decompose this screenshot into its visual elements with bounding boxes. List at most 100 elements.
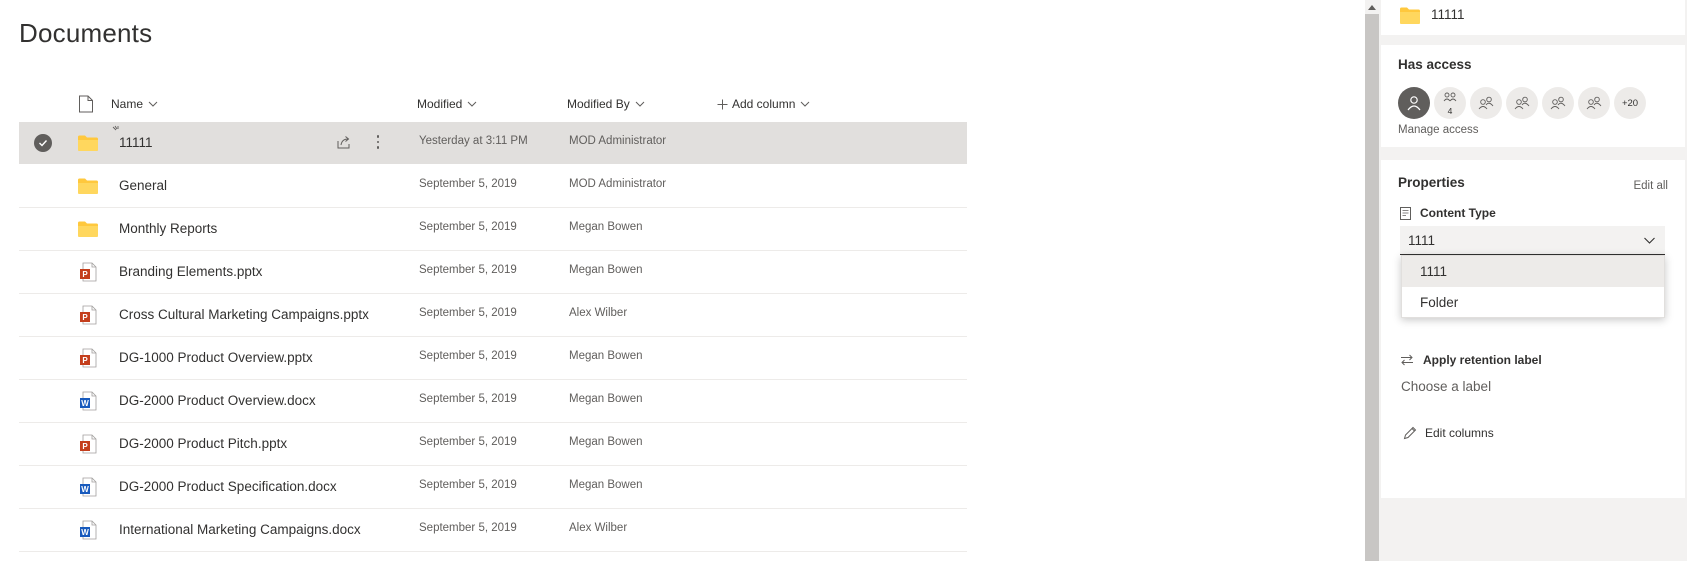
modified-by: Alex Wilber bbox=[569, 307, 628, 319]
manage-access-link[interactable]: Manage access bbox=[1398, 124, 1479, 136]
edit-all-link[interactable]: Edit all bbox=[1633, 180, 1668, 192]
group-icon bbox=[1443, 92, 1457, 102]
folder-icon bbox=[78, 135, 98, 151]
edit-columns-label: Edit columns bbox=[1425, 426, 1494, 440]
caret-up-icon bbox=[1368, 5, 1376, 10]
word-file-icon: W bbox=[80, 520, 97, 540]
file-name[interactable]: DG-1000 Product Overview.pptx bbox=[119, 350, 313, 365]
more-actions-icon[interactable] bbox=[373, 132, 383, 152]
file-name[interactable]: Monthly Reports bbox=[119, 221, 217, 236]
file-row[interactable]: P Branding Elements.pptx September 5, 2019… bbox=[19, 251, 967, 294]
modified-by: Megan Bowen bbox=[569, 479, 643, 491]
word-file-icon: W bbox=[80, 477, 97, 497]
svg-text:W: W bbox=[81, 399, 89, 408]
people-icon bbox=[1586, 96, 1602, 110]
owner-avatar[interactable] bbox=[1398, 87, 1430, 119]
modified-date: September 5, 2019 bbox=[419, 221, 517, 233]
column-header-modified-label: Modified bbox=[417, 97, 463, 111]
people-avatar[interactable] bbox=[1542, 87, 1574, 119]
column-header-modified-by-label: Modified By bbox=[567, 97, 630, 111]
modified-date: September 5, 2019 bbox=[419, 350, 517, 362]
edit-columns-button[interactable]: Edit columns bbox=[1403, 426, 1494, 440]
column-header-modified[interactable]: Modified bbox=[417, 96, 478, 112]
powerpoint-file-icon: P bbox=[80, 348, 97, 368]
more-people-avatar[interactable]: +20 bbox=[1614, 87, 1646, 119]
content-type-label-text: Content Type bbox=[1420, 206, 1496, 220]
chevron-down-icon bbox=[1644, 237, 1655, 244]
chevron-down-icon bbox=[468, 101, 477, 107]
share-icon[interactable] bbox=[335, 133, 353, 151]
file-row[interactable]: P DG-2000 Product Pitch.pptx September 5, … bbox=[19, 423, 967, 466]
people-avatar[interactable] bbox=[1578, 87, 1610, 119]
modified-by: Megan Bowen bbox=[569, 436, 643, 448]
file-name[interactable]: Cross Cultural Marketing Campaigns.pptx bbox=[119, 307, 369, 322]
powerpoint-file-icon: P bbox=[80, 262, 97, 282]
document-library: Documents Name Modified Modified By Add … bbox=[0, 0, 1365, 561]
content-type-selected: 1111 bbox=[1408, 232, 1436, 248]
properties-section: Properties Edit all Content Type 1111 1 1… bbox=[1381, 160, 1685, 498]
details-header: 11111 bbox=[1381, 0, 1685, 35]
svg-text:P: P bbox=[82, 313, 88, 322]
powerpoint-file-icon: P bbox=[80, 434, 97, 454]
file-list: 11111 Yesterday at 3:11 PM MOD Administrat… bbox=[19, 122, 967, 552]
file-name[interactable]: DG-2000 Product Pitch.pptx bbox=[119, 436, 287, 451]
modified-by: Alex Wilber bbox=[569, 522, 628, 534]
file-name[interactable]: Branding Elements.pptx bbox=[119, 264, 262, 279]
file-row[interactable]: General September 5, 2019 MOD Administrato… bbox=[19, 165, 967, 208]
word-file-icon: W bbox=[80, 391, 97, 411]
svg-text:P: P bbox=[82, 270, 88, 279]
file-row[interactable]: P Cross Cultural Marketing Campaigns.pptx… bbox=[19, 294, 967, 337]
option-1111[interactable]: 1111 bbox=[1402, 256, 1664, 287]
folder-icon bbox=[1400, 7, 1420, 24]
chevron-down-icon bbox=[801, 101, 810, 107]
file-row[interactable]: Monthly Reports September 5, 2019 Megan Bo… bbox=[19, 208, 967, 251]
people-avatar[interactable] bbox=[1506, 87, 1538, 119]
chevron-down-icon bbox=[148, 101, 158, 107]
svg-text:W: W bbox=[81, 528, 89, 537]
file-name[interactable]: DG-2000 Product Specification.docx bbox=[119, 479, 337, 494]
powerpoint-file-icon: P bbox=[80, 305, 97, 325]
add-column-button[interactable]: Add column bbox=[717, 96, 811, 112]
column-header-name[interactable]: Name bbox=[111, 96, 159, 112]
modified-by: MOD Administrator bbox=[569, 178, 667, 190]
file-name[interactable]: 11111 bbox=[119, 135, 153, 150]
folder-icon bbox=[78, 221, 98, 237]
scrollbar-thumb[interactable] bbox=[1365, 14, 1379, 561]
row-checkmark-icon[interactable] bbox=[34, 134, 52, 152]
properties-title: Properties bbox=[1398, 175, 1465, 190]
svg-text:P: P bbox=[82, 356, 88, 365]
file-row[interactable]: W International Marketing Campaigns.docx S… bbox=[19, 509, 967, 552]
file-row[interactable]: 11111 Yesterday at 3:11 PM MOD Administrat… bbox=[19, 122, 967, 164]
more-people-count: +20 bbox=[1621, 97, 1639, 109]
scroll-up-arrow[interactable] bbox=[1365, 0, 1379, 14]
document-icon bbox=[1400, 206, 1411, 220]
modified-by: Megan Bowen bbox=[569, 393, 643, 405]
modified-date: September 5, 2019 bbox=[419, 479, 517, 491]
file-row[interactable]: W DG-2000 Product Specification.docx Septe… bbox=[19, 466, 967, 509]
file-name[interactable]: General bbox=[119, 178, 167, 193]
has-access-title: Has access bbox=[1398, 57, 1472, 72]
chevron-down-icon bbox=[635, 101, 645, 107]
modified-date: September 5, 2019 bbox=[419, 436, 517, 448]
new-item-icon bbox=[112, 125, 119, 131]
file-name[interactable]: International Marketing Campaigns.docx bbox=[119, 522, 361, 537]
details-item-title: 11111 bbox=[1431, 7, 1465, 22]
file-row[interactable]: P DG-1000 Product Overview.pptx September … bbox=[19, 337, 967, 380]
modified-date: September 5, 2019 bbox=[419, 264, 517, 276]
content-type-dropdown[interactable]: 1111 bbox=[1400, 226, 1665, 255]
file-name[interactable]: DG-2000 Product Overview.docx bbox=[119, 393, 316, 408]
option-folder[interactable]: Folder bbox=[1402, 287, 1664, 318]
modified-by: MOD Administrator bbox=[569, 135, 667, 147]
modified-date: Yesterday at 3:11 PM bbox=[419, 135, 528, 147]
access-avatars: 4 +20 bbox=[1398, 87, 1646, 119]
pencil-icon bbox=[1403, 426, 1417, 440]
group-avatar[interactable]: 4 bbox=[1434, 87, 1466, 119]
modified-date: September 5, 2019 bbox=[419, 393, 517, 405]
column-header-modified-by[interactable]: Modified By bbox=[567, 96, 646, 112]
file-type-icon[interactable] bbox=[78, 95, 94, 113]
choose-label-field[interactable]: Choose a label bbox=[1401, 379, 1491, 394]
people-avatar[interactable] bbox=[1470, 87, 1502, 119]
people-icon bbox=[1550, 96, 1566, 110]
file-row[interactable]: W DG-2000 Product Overview.docx September … bbox=[19, 380, 967, 423]
swap-arrows-icon bbox=[1401, 354, 1413, 366]
